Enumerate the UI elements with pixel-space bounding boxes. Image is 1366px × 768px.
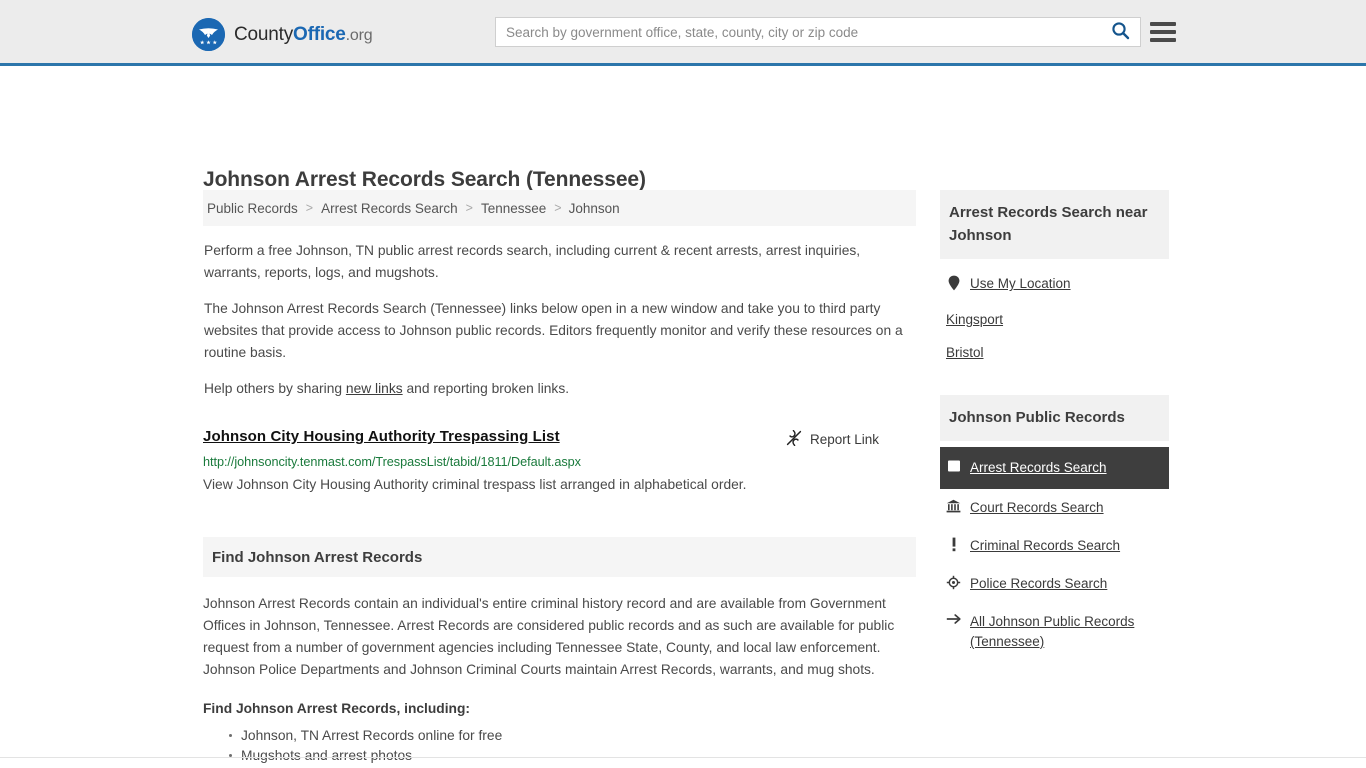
new-links-link[interactable]: new links xyxy=(346,381,403,396)
menu-bar-3 xyxy=(1150,38,1176,42)
broken-link-icon xyxy=(786,429,802,449)
search-input[interactable] xyxy=(496,18,1100,46)
search-button[interactable] xyxy=(1100,18,1140,46)
police-badge-icon xyxy=(946,575,961,590)
share-text-after: and reporting broken links. xyxy=(402,381,570,396)
breadcrumb-item-public-records[interactable]: Public Records xyxy=(206,201,299,216)
arrow-right-icon xyxy=(946,613,961,625)
site-header: CountyOffice.org xyxy=(0,0,1366,66)
search-icon xyxy=(1111,21,1130,43)
find-records-bullet-list: Johnson, TN Arrest Records online for fr… xyxy=(203,726,916,768)
breadcrumb-separator: > xyxy=(465,201,473,215)
find-records-heading: Find Johnson Arrest Records xyxy=(203,537,916,577)
breadcrumb-item-arrest-records-search[interactable]: Arrest Records Search xyxy=(320,201,459,216)
brand-part-county: County xyxy=(234,23,294,45)
result-title-link[interactable]: Johnson City Housing Authority Trespassi… xyxy=(203,428,560,445)
intro-paragraph-3: Help others by sharing new links and rep… xyxy=(204,378,916,400)
nearby-search-heading: Arrest Records Search near Johnson xyxy=(940,190,1169,259)
menu-bar-2 xyxy=(1150,30,1176,34)
report-link-label: Report Link xyxy=(809,432,879,447)
page-title: Johnson Arrest Records Search (Tennessee… xyxy=(203,168,646,192)
intro-paragraph-1: Perform a free Johnson, TN public arrest… xyxy=(204,243,861,280)
sidebar-item-use-my-location[interactable]: Use My Location xyxy=(940,265,1169,303)
public-records-card: Johnson Public Records Arrest Records Se… xyxy=(940,395,1169,661)
list-item: Johnson, TN Arrest Records online for fr… xyxy=(229,726,916,746)
sidebar-item-label: All Johnson Public Records (Tennessee) xyxy=(970,614,1135,649)
eagle-seal-icon xyxy=(192,18,225,51)
sidebar-item-police-records-search[interactable]: Police Records Search xyxy=(940,565,1169,603)
sidebar-item-label: Use My Location xyxy=(970,276,1071,291)
share-text-before: Help others by sharing xyxy=(204,381,346,396)
main-column: Public Records > Arrest Records Search >… xyxy=(203,190,916,768)
result-description: View Johnson City Housing Authority crim… xyxy=(203,477,747,492)
list-item: Mugshots and arrest photos xyxy=(229,746,916,766)
sidebar-item-label: Court Records Search xyxy=(970,500,1104,515)
nearby-search-list: Use My Location Kingsport Bristol xyxy=(940,259,1169,369)
sidebar-item-all-public-records[interactable]: All Johnson Public Records (Tennessee) xyxy=(940,603,1169,661)
breadcrumb-item-tennessee[interactable]: Tennessee xyxy=(480,201,547,216)
sidebar-item-label: Arrest Records Search xyxy=(970,460,1107,475)
sidebar-item-label: Police Records Search xyxy=(970,576,1108,591)
map-pin-icon xyxy=(946,275,961,291)
breadcrumb-separator: > xyxy=(305,201,314,215)
result-url[interactable]: http://johnsoncity.tenmast.com/TrespassL… xyxy=(203,455,916,469)
card-record-icon xyxy=(946,459,961,473)
site-logo[interactable]: CountyOffice.org xyxy=(192,18,373,51)
brand-part-org: .org xyxy=(345,26,373,44)
search-bar[interactable] xyxy=(495,17,1141,47)
site-logo-text: CountyOffice.org xyxy=(234,23,373,46)
public-records-list: Arrest Records Search Court Records Sear… xyxy=(940,441,1169,661)
hamburger-menu-icon[interactable] xyxy=(1150,18,1176,46)
page-root: CountyOffice.org Johnson Arrest Records … xyxy=(0,0,1366,768)
breadcrumb-item-johnson: Johnson xyxy=(568,200,620,216)
nearby-search-card: Arrest Records Search near Johnson Use M… xyxy=(940,190,1169,369)
breadcrumb: Public Records > Arrest Records Search >… xyxy=(203,190,916,226)
sidebar-item-bristol[interactable]: Bristol xyxy=(940,336,1169,369)
result-header-row: Johnson City Housing Authority Trespassi… xyxy=(203,428,916,449)
result-item: Johnson City Housing Authority Trespassi… xyxy=(203,428,916,495)
brand-part-office: Office xyxy=(293,23,346,45)
exclamation-icon xyxy=(946,537,961,552)
public-records-heading: Johnson Public Records xyxy=(940,395,1169,441)
footer-divider xyxy=(0,757,1366,758)
breadcrumb-separator: > xyxy=(554,201,562,215)
sidebar-item-label: Criminal Records Search xyxy=(970,538,1121,553)
courthouse-icon xyxy=(946,499,961,513)
report-link-button[interactable]: Report Link xyxy=(786,429,879,449)
sidebar-item-criminal-records-search[interactable]: Criminal Records Search xyxy=(940,527,1169,565)
intro-paragraph-2: The Johnson Arrest Records Search (Tenne… xyxy=(204,301,903,360)
menu-bar-1 xyxy=(1150,22,1176,26)
sidebar-item-kingsport[interactable]: Kingsport xyxy=(940,303,1169,336)
sidebar-item-arrest-records-search[interactable]: Arrest Records Search xyxy=(940,447,1169,489)
find-records-list-lead: Find Johnson Arrest Records, including: xyxy=(203,701,471,716)
sidebar-item-court-records-search[interactable]: Court Records Search xyxy=(940,489,1169,527)
find-records-body: Johnson Arrest Records contain an indivi… xyxy=(203,596,895,677)
sidebar: Arrest Records Search near Johnson Use M… xyxy=(940,190,1169,687)
